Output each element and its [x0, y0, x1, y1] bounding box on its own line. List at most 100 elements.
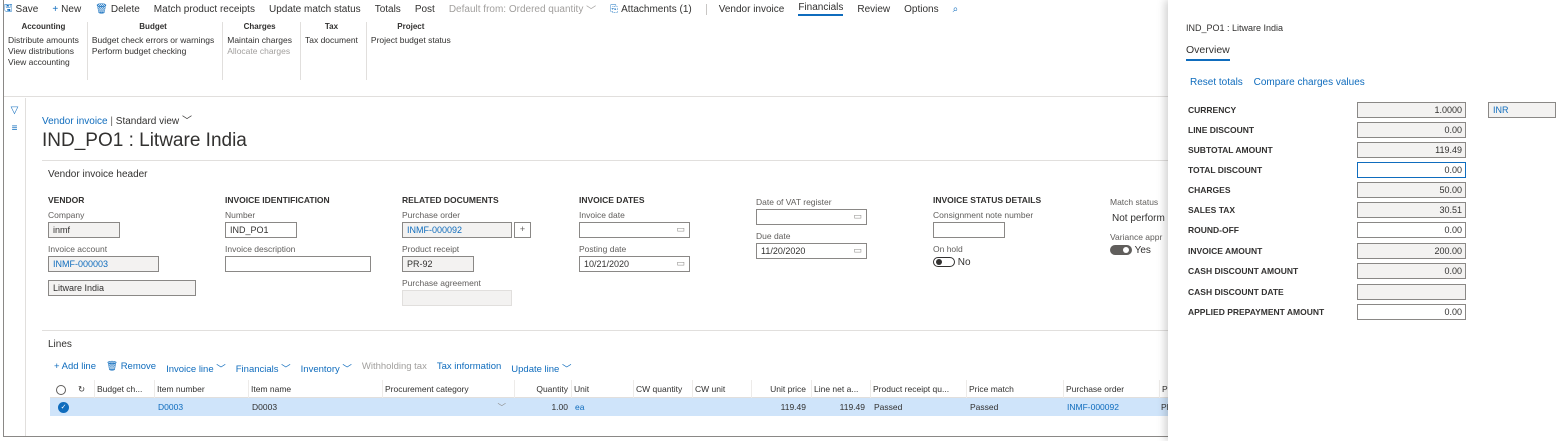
- vat-register-date-field[interactable]: ▭: [756, 209, 867, 225]
- column-header[interactable]: Item name: [248, 380, 380, 398]
- purchase-agreement-field[interactable]: [402, 290, 512, 306]
- compare-charges-button[interactable]: Compare charges values: [1254, 77, 1365, 88]
- default-from-dropdown[interactable]: Default from: Ordered quantity ﹀: [449, 2, 596, 17]
- maintain-charges-button[interactable]: Maintain charges: [227, 35, 292, 46]
- column-header[interactable]: Line net a...: [811, 380, 868, 398]
- reset-totals-button[interactable]: Reset totals: [1190, 77, 1243, 88]
- item-number-link[interactable]: D0003: [156, 398, 246, 416]
- calendar-icon[interactable]: ▭: [853, 211, 862, 222]
- add-purchase-order-button[interactable]: +: [514, 222, 531, 238]
- table-row[interactable]: ✓ D0003 D0003 ﹀ 1.00 ea 119.49 119.49 Pa…: [50, 398, 1169, 416]
- column-header[interactable]: Unit price: [751, 380, 809, 398]
- invoice-number-field[interactable]: IND_PO1: [225, 222, 297, 238]
- tax-information-button[interactable]: Tax information: [437, 361, 501, 375]
- totals-pane: IND_PO1 : Litware India Overview Reset t…: [1168, 0, 1563, 441]
- tax-document-button[interactable]: Tax document: [305, 35, 358, 46]
- search-icon[interactable]: ⌕: [953, 4, 962, 15]
- tab-overview[interactable]: Overview: [1186, 44, 1230, 61]
- tab-options[interactable]: Options: [904, 4, 938, 15]
- line-discount-field[interactable]: 0.00: [1357, 122, 1466, 138]
- chevron-down-icon: ﹀: [586, 5, 597, 17]
- posting-date-field[interactable]: 10/21/2020 ▭: [579, 256, 690, 272]
- project-budget-status-button[interactable]: Project budget status: [371, 35, 451, 46]
- update-line-menu[interactable]: Update line ﹀: [511, 361, 571, 375]
- view-accounting-button[interactable]: View accounting: [8, 57, 79, 68]
- currency-field[interactable]: INR: [1488, 102, 1556, 118]
- column-header[interactable]: Purchase order: [1063, 380, 1157, 398]
- view-selector[interactable]: Standard view: [116, 116, 179, 127]
- invoice-line-menu[interactable]: Invoice line ﹀: [166, 361, 226, 375]
- post-button[interactable]: Post: [415, 4, 435, 15]
- column-header[interactable]: Quantity: [514, 380, 571, 398]
- list-icon[interactable]: ≡: [4, 123, 25, 134]
- column-header[interactable]: Procurement category: [382, 380, 512, 398]
- chevron-down-icon[interactable]: ﹀: [182, 116, 192, 127]
- row-selected-check[interactable]: ✓: [56, 398, 70, 416]
- column-header[interactable]: CW unit: [692, 380, 749, 398]
- column-header[interactable]: Unit: [571, 380, 631, 398]
- tab-financials[interactable]: Financials: [798, 2, 844, 16]
- allocate-charges-button[interactable]: Allocate charges: [227, 46, 292, 57]
- total-discount-input[interactable]: 0.00: [1357, 162, 1466, 178]
- section-title[interactable]: Vendor invoice header: [42, 161, 1169, 180]
- totals-button[interactable]: Totals: [375, 4, 401, 15]
- distribute-amounts-button[interactable]: Distribute amounts: [8, 35, 79, 46]
- calendar-icon[interactable]: ▭: [676, 258, 685, 269]
- perform-budget-checking-button[interactable]: Perform budget checking: [92, 46, 214, 57]
- cash-discount-amount-field[interactable]: 0.00: [1357, 263, 1466, 279]
- withholding-tax-button[interactable]: Withholding tax: [362, 361, 427, 375]
- refresh-icon[interactable]: ↻: [76, 380, 90, 398]
- invoice-description-field[interactable]: [225, 256, 371, 272]
- purchase-order-field[interactable]: INMF-000092: [402, 222, 512, 238]
- due-date-field[interactable]: 11/20/2020 ▭: [756, 243, 867, 259]
- delete-button[interactable]: 🗑 Delete: [95, 4, 140, 15]
- variance-approved-toggle[interactable]: [1110, 245, 1132, 256]
- column-header[interactable]: Product receipt qu...: [870, 380, 964, 398]
- new-button[interactable]: + New: [52, 4, 81, 15]
- applied-prepayment-input[interactable]: 0.00: [1357, 304, 1466, 320]
- ribbon-group-project: Project Project budget status: [367, 22, 459, 80]
- page-title: IND_PO1 : Litware India: [42, 130, 247, 151]
- match-product-receipts-button[interactable]: Match product receipts: [154, 4, 255, 15]
- calendar-icon[interactable]: ▭: [676, 224, 685, 235]
- filter-icon[interactable]: ▽: [4, 105, 25, 116]
- vendor-name-field[interactable]: Litware India: [48, 280, 196, 296]
- view-distributions-button[interactable]: View distributions: [8, 46, 79, 57]
- tab-review[interactable]: Review: [857, 4, 890, 15]
- add-line-button[interactable]: + Add line: [54, 361, 96, 375]
- purchase-order-link[interactable]: INMF-000092: [1065, 398, 1157, 416]
- totals-row-line-discount: LINE DISCOUNT 0.00: [1188, 122, 1558, 138]
- invoice-amount-field[interactable]: 200.00: [1357, 243, 1466, 259]
- inventory-menu[interactable]: Inventory ﹀: [301, 361, 352, 375]
- save-button[interactable]: 🖫 Save: [4, 1, 38, 18]
- section-title[interactable]: Lines: [42, 331, 1169, 350]
- select-all-radio[interactable]: [54, 380, 68, 398]
- budget-check-errors-button[interactable]: Budget check errors or warnings: [92, 35, 214, 46]
- remove-button[interactable]: 🗑 Remove: [106, 361, 156, 375]
- plus-icon: +: [519, 224, 526, 234]
- on-hold-toggle[interactable]: [933, 257, 955, 268]
- update-match-status-button[interactable]: Update match status: [269, 4, 361, 15]
- column-header[interactable]: CW quantity: [633, 380, 690, 398]
- column-header[interactable]: Price match: [966, 380, 1061, 398]
- breadcrumb-link[interactable]: Vendor invoice: [42, 116, 108, 127]
- company-field[interactable]: inmf: [48, 222, 120, 238]
- column-header[interactable]: Item number: [154, 380, 246, 398]
- product-receipt-field[interactable]: PR-92: [402, 256, 474, 272]
- category-dropdown[interactable]: ﹀: [382, 398, 512, 416]
- totals-row-subtotal: SUBTOTAL AMOUNT 119.49: [1188, 142, 1558, 158]
- sales-tax-field[interactable]: 30.51: [1357, 202, 1466, 218]
- subtotal-amount-field[interactable]: 119.49: [1357, 142, 1466, 158]
- invoice-account-field[interactable]: INMF-000003: [48, 256, 159, 272]
- tab-vendor-invoice[interactable]: Vendor invoice: [719, 4, 785, 15]
- invoice-date-field[interactable]: ▭: [579, 222, 690, 238]
- column-header[interactable]: Budget ch...: [94, 380, 152, 398]
- charges-field[interactable]: 50.00: [1357, 182, 1466, 198]
- calendar-icon[interactable]: ▭: [853, 245, 862, 256]
- attachments-button[interactable]: ⎘ Attachments (1): [610, 4, 692, 15]
- exchange-rate-field[interactable]: 1.0000: [1357, 102, 1466, 118]
- cash-discount-date-field[interactable]: [1357, 284, 1466, 300]
- round-off-input[interactable]: 0.00: [1357, 222, 1466, 238]
- consignment-note-field[interactable]: [933, 222, 1005, 238]
- financials-menu[interactable]: Financials ﹀: [236, 361, 291, 375]
